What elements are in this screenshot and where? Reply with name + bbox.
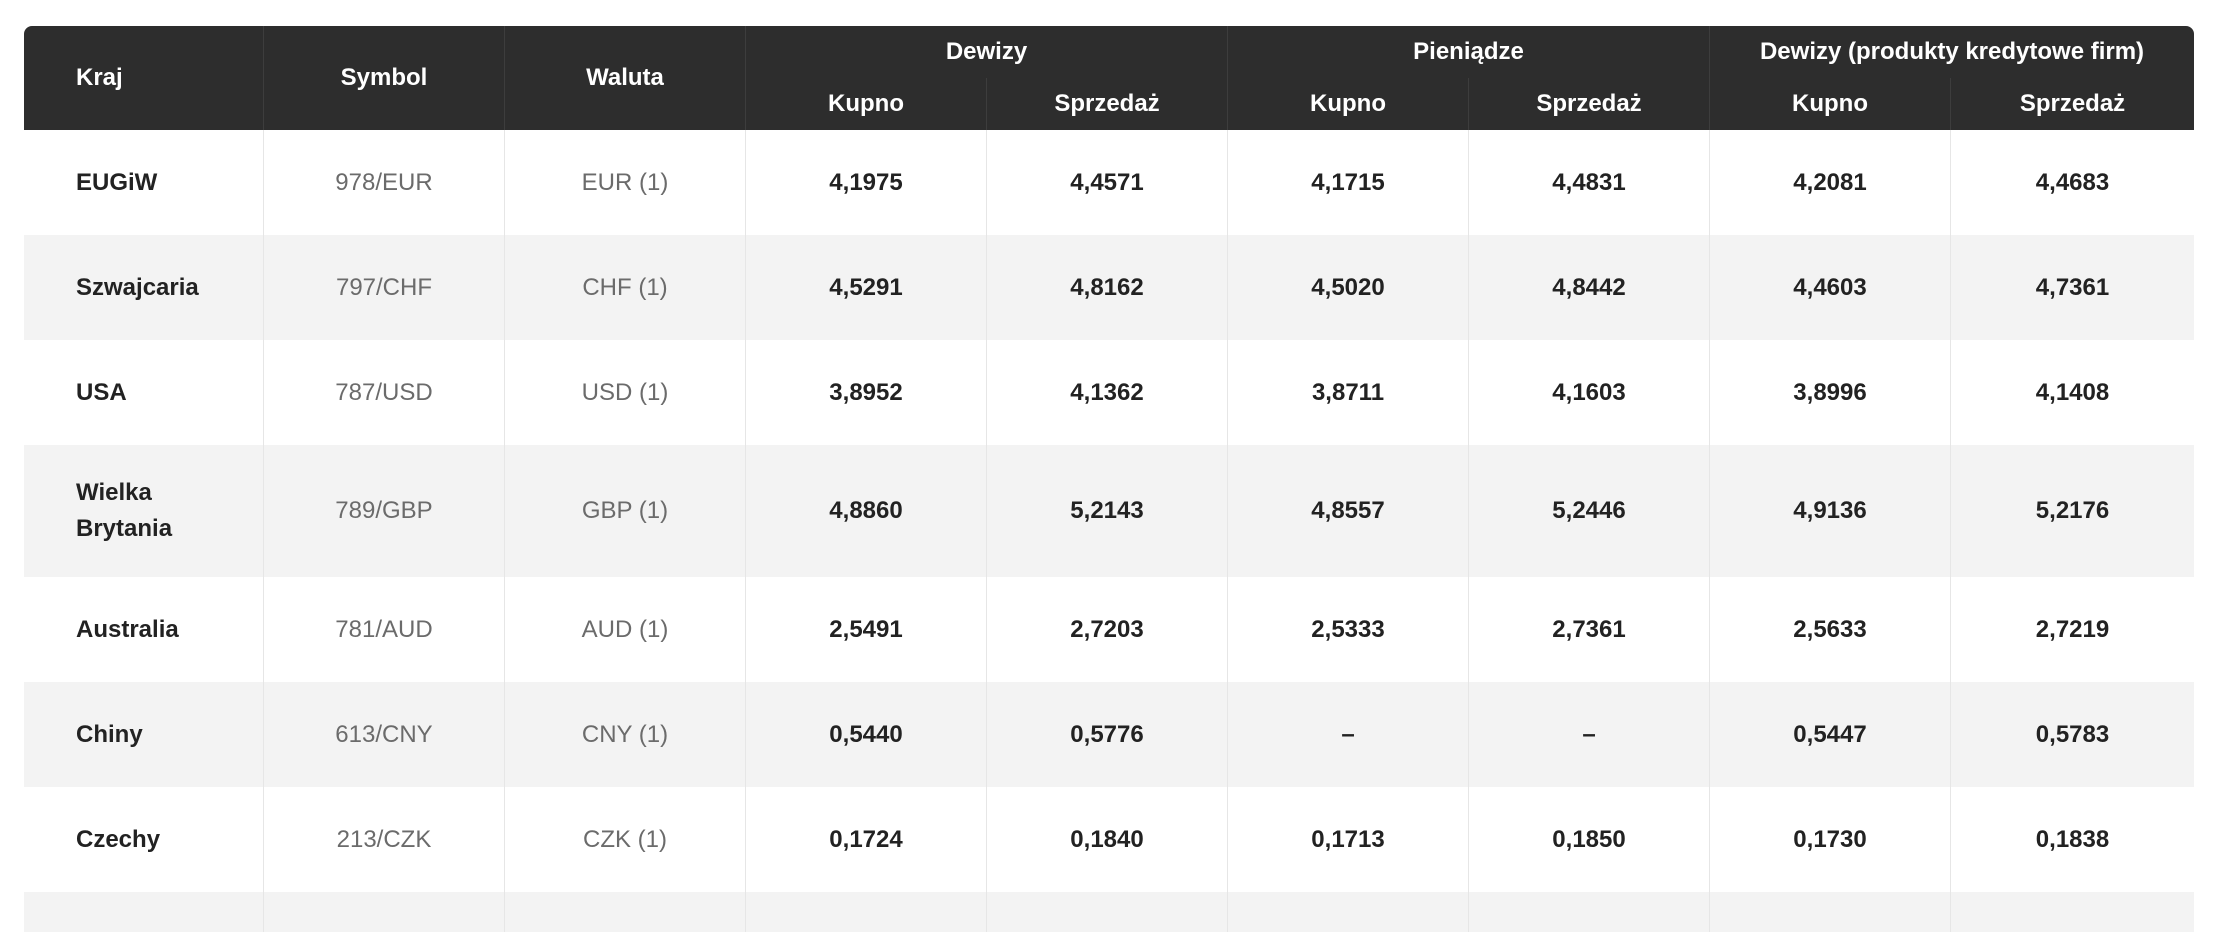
dewizy-buy-cell: 4,1975 [746,130,987,235]
dewizy-sell-cell: 4,1362 [987,340,1228,445]
kredytowe-buy-cell: 3,8996 [1710,340,1951,445]
pieniadze-sell-cell: – [1469,682,1710,787]
pieniadze-buy-cell: – [1228,682,1469,787]
symbol-cell: 613/CNY [264,682,505,787]
table-row: Szwajcaria 797/CHF CHF (1) 4,5291 4,8162… [24,235,2195,340]
table-row: Wielka Brytania 789/GBP GBP (1) 4,8860 5… [24,445,2195,577]
kredytowe-sell-cell: 0,5783 [1951,682,2195,787]
dewizy-sell-cell: 0,5776 [987,682,1228,787]
pieniadze-sell-cell: 5,2446 [1469,445,1710,577]
column-header-dewizy-sell: Sprzedaż [987,78,1228,130]
symbol-cell: 781/AUD [264,577,505,682]
empty-cell [746,892,987,932]
empty-cell [1469,892,1710,932]
currency-cell: GBP (1) [505,445,746,577]
column-header-pieniadze-sell: Sprzedaż [1469,78,1710,130]
column-header-kredytowe-buy: Kupno [1710,78,1951,130]
pieniadze-sell-cell: 2,7361 [1469,577,1710,682]
currency-cell: CNY (1) [505,682,746,787]
dewizy-sell-cell: 4,8162 [987,235,1228,340]
kredytowe-buy-cell: 0,1730 [1710,787,1951,892]
exchange-rates-table-container: Kraj Symbol Waluta Dewizy Pieniądze Dewi… [24,26,2195,932]
kredytowe-sell-cell: 2,7219 [1951,577,2195,682]
column-header-symbol: Symbol [264,26,505,130]
dewizy-buy-cell: 3,8952 [746,340,987,445]
dewizy-buy-cell: 2,5491 [746,577,987,682]
symbol-cell: 978/EUR [264,130,505,235]
kredytowe-sell-cell: 4,1408 [1951,340,2195,445]
kredytowe-buy-cell: 4,9136 [1710,445,1951,577]
empty-cell [1951,892,2195,932]
country-cell: USA [24,340,264,445]
column-header-currency: Waluta [505,26,746,130]
empty-cell [264,892,505,932]
pieniadze-sell-cell: 0,1850 [1469,787,1710,892]
exchange-rates-table: Kraj Symbol Waluta Dewizy Pieniądze Dewi… [24,26,2195,932]
symbol-cell: 213/CZK [264,787,505,892]
table-row: USA 787/USD USD (1) 3,8952 4,1362 3,8711… [24,340,2195,445]
table-body: EUGiW 978/EUR EUR (1) 4,1975 4,4571 4,17… [24,130,2195,932]
empty-cell [987,892,1228,932]
column-header-dewizy-buy: Kupno [746,78,987,130]
dewizy-sell-cell: 2,7203 [987,577,1228,682]
currency-cell: CHF (1) [505,235,746,340]
table-row: Chiny 613/CNY CNY (1) 0,5440 0,5776 – – … [24,682,2195,787]
empty-cell [1228,892,1469,932]
table-row: Czechy 213/CZK CZK (1) 0,1724 0,1840 0,1… [24,787,2195,892]
country-cell: Szwajcaria [24,235,264,340]
currency-cell: AUD (1) [505,577,746,682]
pieniadze-buy-cell: 4,5020 [1228,235,1469,340]
pieniadze-buy-cell: 4,8557 [1228,445,1469,577]
empty-cell [1710,892,1951,932]
table-row: Australia 781/AUD AUD (1) 2,5491 2,7203 … [24,577,2195,682]
pieniadze-buy-cell: 0,1713 [1228,787,1469,892]
column-header-pieniadze-buy: Kupno [1228,78,1469,130]
country-cell: Chiny [24,682,264,787]
column-header-kredytowe-sell: Sprzedaż [1951,78,2195,130]
pieniadze-sell-cell: 4,8442 [1469,235,1710,340]
dewizy-sell-cell: 5,2143 [987,445,1228,577]
kredytowe-sell-cell: 4,7361 [1951,235,2195,340]
currency-cell: CZK (1) [505,787,746,892]
symbol-cell: 789/GBP [264,445,505,577]
group-header-dewizy: Dewizy [746,26,1228,78]
dewizy-sell-cell: 4,4571 [987,130,1228,235]
kredytowe-sell-cell: 0,1838 [1951,787,2195,892]
kredytowe-buy-cell: 0,5447 [1710,682,1951,787]
kredytowe-sell-cell: 5,2176 [1951,445,2195,577]
symbol-cell: 797/CHF [264,235,505,340]
symbol-cell: 787/USD [264,340,505,445]
country-cell: Czechy [24,787,264,892]
pieniadze-sell-cell: 4,4831 [1469,130,1710,235]
country-cell: Australia [24,577,264,682]
dewizy-sell-cell: 0,1840 [987,787,1228,892]
table-row-partial [24,892,2195,932]
empty-cell [24,892,264,932]
table-row: EUGiW 978/EUR EUR (1) 4,1975 4,4571 4,17… [24,130,2195,235]
column-header-country: Kraj [24,26,264,130]
pieniadze-buy-cell: 3,8711 [1228,340,1469,445]
currency-cell: USD (1) [505,340,746,445]
kredytowe-sell-cell: 4,4683 [1951,130,2195,235]
country-cell: Wielka Brytania [24,445,264,577]
group-header-dewizy-kredytowe: Dewizy (produkty kredytowe firm) [1710,26,2195,78]
dewizy-buy-cell: 4,8860 [746,445,987,577]
dewizy-buy-cell: 0,1724 [746,787,987,892]
kredytowe-buy-cell: 4,4603 [1710,235,1951,340]
empty-cell [505,892,746,932]
pieniadze-buy-cell: 2,5333 [1228,577,1469,682]
currency-cell: EUR (1) [505,130,746,235]
pieniadze-sell-cell: 4,1603 [1469,340,1710,445]
table-header: Kraj Symbol Waluta Dewizy Pieniądze Dewi… [24,26,2195,130]
country-cell: EUGiW [24,130,264,235]
kredytowe-buy-cell: 4,2081 [1710,130,1951,235]
dewizy-buy-cell: 4,5291 [746,235,987,340]
pieniadze-buy-cell: 4,1715 [1228,130,1469,235]
dewizy-buy-cell: 0,5440 [746,682,987,787]
group-header-pieniadze: Pieniądze [1228,26,1710,78]
kredytowe-buy-cell: 2,5633 [1710,577,1951,682]
